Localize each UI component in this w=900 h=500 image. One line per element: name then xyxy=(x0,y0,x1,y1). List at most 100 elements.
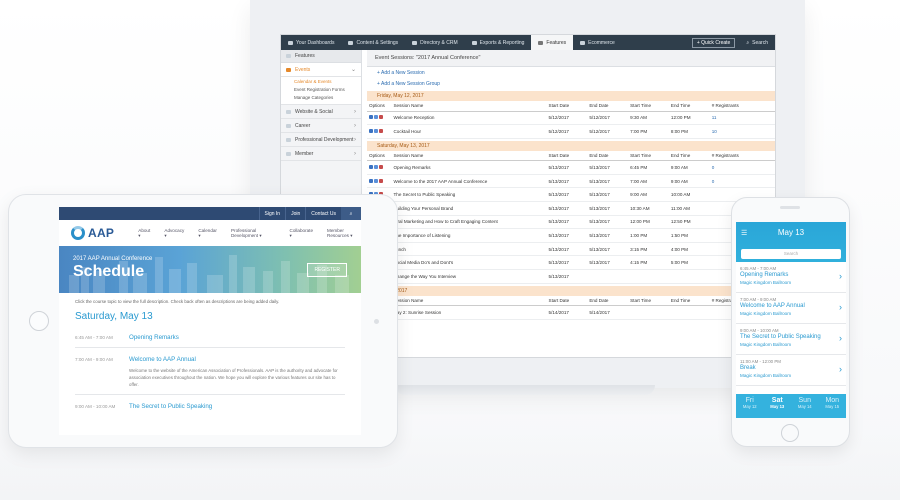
option-icons xyxy=(369,164,383,169)
table-row[interactable]: Building Your Personal Brand 5/13/2017 5/1… xyxy=(367,201,775,216)
sidebar-subitem[interactable]: Event Registration Forms xyxy=(281,85,361,93)
phone-search-input[interactable]: Search xyxy=(741,249,841,259)
phone-screen: ☰ May 13 Search 6:45 AM - 7:00 AM Opening… xyxy=(736,222,846,418)
edit-icon[interactable] xyxy=(369,178,373,183)
nav-item[interactable]: Content & Settings xyxy=(341,35,405,50)
delete-icon[interactable] xyxy=(379,164,383,169)
delete-icon[interactable] xyxy=(379,178,383,183)
sidebar-item-events[interactable]: Events ⌄ xyxy=(281,63,361,77)
delete-icon[interactable] xyxy=(379,115,383,120)
sidebar-item[interactable]: Professional Development › xyxy=(281,133,361,147)
session-name: Lunch xyxy=(391,242,547,257)
day-tab[interactable]: Sat May 13 xyxy=(764,394,792,418)
schedule-row[interactable]: 7:00 AM - 9:00 AM Welcome to AAP Annual We… xyxy=(59,356,361,388)
nav-item[interactable]: Features xyxy=(531,35,574,50)
tablet-nav-item[interactable]: Calendar ▾ xyxy=(198,228,217,239)
tablet-nav-item[interactable]: About ▾ xyxy=(138,228,150,239)
top-link[interactable]: Contact Us xyxy=(305,207,341,220)
day-tab[interactable]: Fri May 12 xyxy=(736,394,764,418)
copy-icon[interactable] xyxy=(374,178,378,183)
list-item[interactable]: 9:00 AM - 10:00 AM The Secret to Public S… xyxy=(736,324,846,355)
sidebar-item[interactable]: Career › xyxy=(281,119,361,133)
sidebar-item[interactable]: Website & Social › xyxy=(281,105,361,119)
day-tab[interactable]: Sun May 14 xyxy=(791,394,819,418)
table-row[interactable]: Welcome to the 2017 AAP Annual Conferenc… xyxy=(367,174,775,189)
table-row[interactable]: Social Media Do's and Dont's 5/13/2017 5/1… xyxy=(367,255,775,270)
session-cell: 5/13/2017 xyxy=(546,215,588,230)
option-icons xyxy=(369,178,383,183)
session-cell: 9:00 AM xyxy=(668,160,710,175)
sidebar-subitems: Calendar & Events Event Registration Form… xyxy=(281,77,361,105)
day-tab[interactable]: Mon May 15 xyxy=(819,394,847,418)
quick-create-button[interactable]: + Quick Create xyxy=(691,37,736,48)
list-item[interactable]: 7:00 AM - 9:00 AM Welcome to AAP Annual Ma… xyxy=(736,293,846,324)
session-title: The Secret to Public Speaking xyxy=(740,334,821,340)
nav-item[interactable]: Directory & CRM xyxy=(405,35,465,50)
session-cell: 5/13/2017 xyxy=(546,174,588,189)
table-row[interactable]: The Secret to Public Speaking 5/13/2017 5/… xyxy=(367,187,775,202)
tablet-nav-item[interactable]: Collaborate ▾ xyxy=(290,228,314,239)
tablet-nav-item[interactable]: Professional Development ▾ xyxy=(231,228,276,239)
aap-logo[interactable]: AAP xyxy=(71,226,114,240)
session-cell: 12:50 PM xyxy=(668,215,710,230)
table-row[interactable]: Cocktail Hour 5/12/2017 5/12/2017 7:00 PM 8:… xyxy=(367,124,775,139)
top-link[interactable]: Join xyxy=(285,207,305,220)
list-item[interactable]: 11:00 AM - 12:00 PM Break Magic Kingdom Ba… xyxy=(736,355,846,386)
sidebar-item-label: Events xyxy=(295,66,311,73)
copy-icon[interactable] xyxy=(374,164,378,169)
copy-icon[interactable] xyxy=(374,115,378,120)
top-nav: Your Dashboards Content & Settings Directo… xyxy=(281,35,775,50)
chevron-down-icon: ▾ xyxy=(164,232,167,238)
table-row[interactable]: Welcome Reception 5/12/2017 5/12/2017 9:30 … xyxy=(367,111,775,126)
session-title[interactable]: Welcome to AAP Annual xyxy=(129,356,339,363)
tablet-nav-item[interactable]: Advocacy ▾ xyxy=(164,228,184,239)
registrants-count[interactable]: 10 xyxy=(709,124,775,139)
nav-item[interactable]: Exports & Reporting xyxy=(465,35,532,50)
user-icon xyxy=(286,151,291,156)
session-time: 6:45 AM - 7:00 AM xyxy=(740,266,777,271)
session-cell: 5/12/2017 xyxy=(546,124,588,139)
add-session-group-link[interactable]: + Add a New Session Group xyxy=(367,78,775,89)
nav-item[interactable]: Your Dashboards xyxy=(281,35,341,50)
table-row[interactable]: Viral Marketing and How to Craft Engagin… xyxy=(367,215,775,230)
table-row[interactable]: Lunch 5/13/2017 5/13/2017 3:15 PM 4:00 PM xyxy=(367,242,775,257)
sidebar-subitem[interactable]: Manage Categories xyxy=(281,93,361,101)
table-row[interactable]: Change the Way You Interview 5/13/2017 xyxy=(367,269,775,284)
tablet-nav-label: Member Resources xyxy=(327,227,349,238)
phone-home-button xyxy=(781,424,799,442)
column-header: # Registrants xyxy=(709,101,775,112)
session-days: Friday, May 12, 2017 Options Session Name S… xyxy=(367,91,775,320)
search-icon[interactable]: ⌕ xyxy=(341,207,361,220)
registrants-count[interactable]: 0 xyxy=(709,160,775,175)
sidebar-subitem[interactable]: Calendar & Events xyxy=(281,77,361,85)
table-row[interactable]: The Importance of Listening 5/13/2017 5/13… xyxy=(367,228,775,243)
registrants-count[interactable]: 0 xyxy=(709,174,775,189)
register-button[interactable]: REGISTER xyxy=(307,263,347,277)
edit-icon[interactable] xyxy=(369,115,373,120)
nav-item[interactable]: Ecommerce xyxy=(573,35,622,50)
session-cell: 5/13/2017 xyxy=(587,201,629,216)
top-link[interactable]: Sign In xyxy=(258,207,286,220)
edit-icon[interactable] xyxy=(369,164,373,169)
session-title[interactable]: Opening Remarks xyxy=(129,334,179,341)
session-title: Opening Remarks xyxy=(740,272,789,278)
session-cell: 8:00 PM xyxy=(668,124,710,139)
column-header: End Date xyxy=(587,295,629,307)
session-title[interactable]: The Secret to Public Speaking xyxy=(129,403,212,410)
add-session-link[interactable]: + Add a New Session xyxy=(367,67,775,78)
sidebar-item-label: Website & Social xyxy=(295,108,333,115)
list-item[interactable]: 6:45 AM - 7:00 AM Opening Remarks Magic Ki… xyxy=(736,262,846,293)
tablet-nav-item[interactable]: Member Resources ▾ xyxy=(327,228,361,239)
delete-icon[interactable] xyxy=(379,128,383,133)
table-row[interactable]: Opening Remarks 5/13/2017 5/13/2017 6:45 PM… xyxy=(367,160,775,175)
chevron-down-icon: ▾ xyxy=(258,232,262,238)
registrants-count[interactable]: 11 xyxy=(709,111,775,126)
sidebar-item[interactable]: Member › xyxy=(281,147,361,161)
edit-icon[interactable] xyxy=(369,128,373,133)
schedule-row[interactable]: 9:00 AM - 10:00 AM The Secret to Public S… xyxy=(59,403,361,410)
search-button[interactable]: ⌕ Search xyxy=(739,35,775,50)
table-row[interactable]: Day 2: Sunrise Session 5/14/2017 5/14/2017 xyxy=(367,305,775,320)
schedule-row[interactable]: 6:45 AM - 7:00 AM Opening Remarks xyxy=(59,334,361,341)
copy-icon[interactable] xyxy=(374,128,378,133)
column-header: End Date xyxy=(587,101,629,112)
